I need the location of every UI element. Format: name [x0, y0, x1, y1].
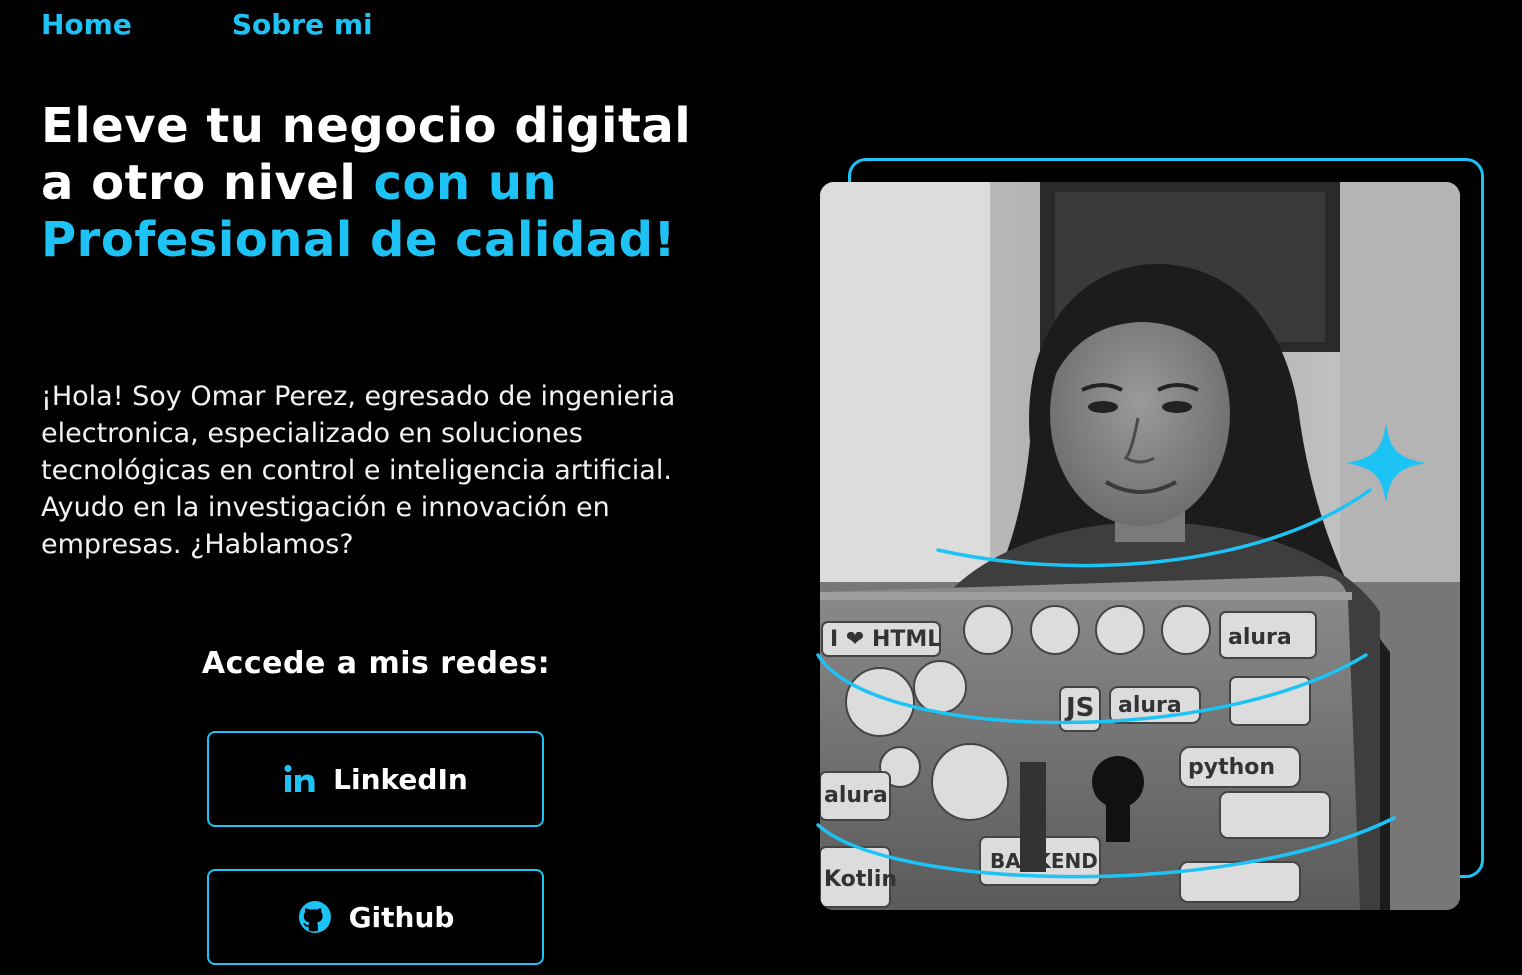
linkedin-button[interactable]: LinkedIn — [207, 731, 544, 827]
github-button[interactable]: Github — [207, 869, 544, 965]
laptop-sticker-4: alura — [1118, 693, 1182, 718]
headline-plain-text: Eleve tu negocio digital a otro nivel — [41, 98, 692, 211]
laptop-sticker-5: python — [1188, 755, 1275, 780]
laptop-sticker-8: Kotlin — [824, 867, 897, 892]
hero-image-section: I ❤ HTML alura JS alura python BACKEND a… — [810, 150, 1500, 930]
laptop-sticker-3: JS — [1064, 693, 1094, 723]
github-icon — [297, 899, 333, 935]
nav-home-link[interactable]: Home — [41, 8, 132, 41]
github-button-label: Github — [348, 900, 455, 934]
social-section-title: Accede a mis redes: — [201, 646, 551, 681]
laptop-sticker-7: alura — [824, 783, 888, 808]
hero-photo: I ❤ HTML alura JS alura python BACKEND a… — [820, 182, 1460, 910]
laptop-sticker-1: I ❤ HTML — [830, 627, 941, 652]
laptop-sticker-6: BACKEND — [990, 849, 1098, 873]
nav-about-link[interactable]: Sobre mi — [232, 8, 373, 41]
linkedin-icon — [283, 764, 317, 794]
laptop-sticker-2: alura — [1228, 625, 1292, 650]
hero-headline: Eleve tu negocio digital a otro nivel co… — [41, 98, 741, 269]
top-nav: Home Sobre mi — [41, 8, 373, 41]
linkedin-button-label: LinkedIn — [333, 762, 468, 796]
hero-bio: ¡Hola! Soy Omar Perez, egresado de ingen… — [41, 381, 676, 560]
